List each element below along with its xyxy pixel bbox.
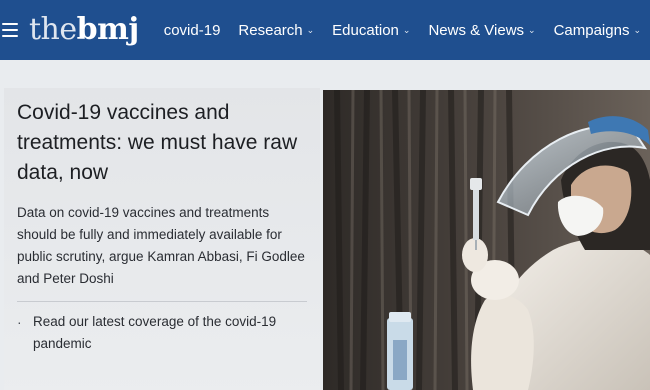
- nav-item-research[interactable]: Research ⌄: [229, 0, 323, 60]
- nav-item-news-views[interactable]: News & Views ⌄: [419, 0, 544, 60]
- nav-item-education[interactable]: Education ⌄: [323, 0, 419, 60]
- feature-article-card: Covid-19 vaccines and treatments: we mus…: [4, 88, 320, 390]
- chevron-down-icon: ⌄: [528, 24, 536, 35]
- nav-item-label: News & Views: [428, 21, 525, 39]
- chevron-down-icon: ⌄: [306, 24, 315, 35]
- nav-item-label: covid-19: [163, 21, 221, 39]
- bmj-page: the bmj covid-19 Research ⌄ Education ⌄ …: [0, 0, 650, 390]
- vaccine-photo-illustration: [323, 90, 650, 390]
- vaccine-photo[interactable]: [323, 90, 650, 390]
- article-headline[interactable]: Covid-19 vaccines and treatments: we mus…: [17, 98, 308, 188]
- article-standfirst: Data on covid-19 vaccines and treatments…: [17, 205, 305, 286]
- hamburger-menu-icon[interactable]: [2, 19, 21, 41]
- bullet-icon: ·: [17, 314, 22, 330]
- bmj-logo[interactable]: the bmj: [29, 15, 139, 45]
- chevron-down-icon: ⌄: [402, 24, 411, 35]
- site-header: the bmj covid-19 Research ⌄ Education ⌄ …: [0, 0, 650, 60]
- related-coverage-item: · Read our latest coverage of the covid-…: [17, 311, 308, 355]
- logo-bmj: bmj: [76, 12, 140, 47]
- nav-item-campaigns[interactable]: Campaigns ⌄: [545, 0, 650, 60]
- nav-item-covid-19[interactable]: covid-19: [155, 0, 230, 60]
- logo-the: the: [29, 12, 77, 47]
- main-nav: covid-19 Research ⌄ Education ⌄ News & V…: [155, 0, 650, 60]
- nav-item-label: Research: [238, 21, 303, 39]
- nav-item-label: Campaigns: [553, 21, 630, 39]
- related-coverage-link[interactable]: Read our latest coverage of the covid-19…: [33, 311, 303, 355]
- nav-item-label: Education: [332, 21, 399, 39]
- divider: [17, 301, 307, 302]
- chevron-down-icon: ⌄: [633, 24, 641, 35]
